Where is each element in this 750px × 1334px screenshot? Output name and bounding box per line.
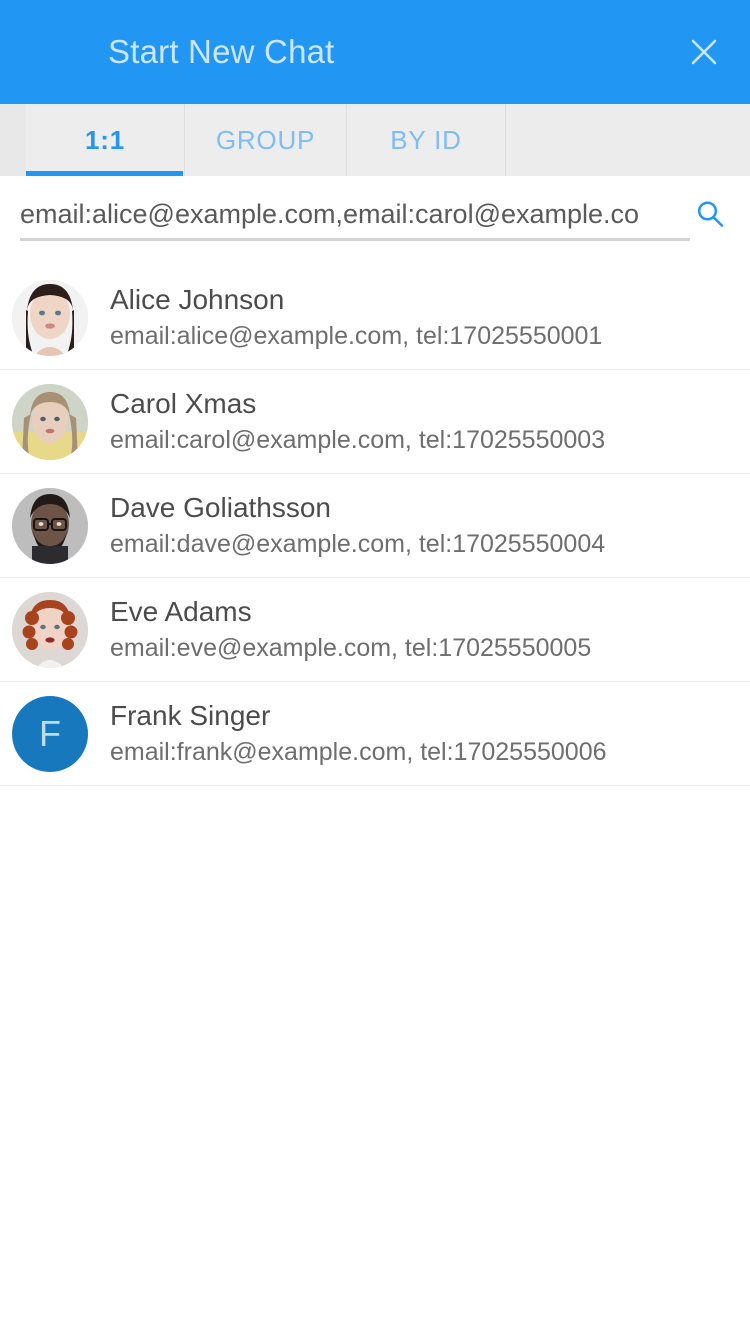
- avatar-photo-icon: [12, 279, 88, 356]
- tab-bar: 1:1 GROUP BY ID: [0, 104, 750, 176]
- tab-group-label: GROUP: [215, 124, 316, 155]
- contact-detail: email:carol@example.com, tel:17025550003: [110, 426, 606, 455]
- avatar: [12, 591, 88, 668]
- contact-text: Alice Johnson email:alice@example.com, t…: [110, 282, 602, 353]
- avatar-photo-icon: [12, 383, 88, 460]
- table-row[interactable]: F Frank Singer email:frank@example.com, …: [0, 682, 750, 786]
- search-underline: [20, 238, 690, 241]
- table-row[interactable]: Eve Adams email:eve@example.com, tel:170…: [0, 578, 750, 682]
- avatar: F: [12, 695, 88, 772]
- tab-one-to-one[interactable]: 1:1: [26, 104, 185, 176]
- table-row[interactable]: Carol Xmas email:carol@example.com, tel:…: [0, 370, 750, 474]
- contact-name: Eve Adams: [110, 596, 252, 628]
- contact-text: Dave Goliathsson email:dave@example.com,…: [110, 490, 605, 561]
- tab-one-to-one-label: 1:1: [85, 124, 125, 155]
- search-button[interactable]: [690, 194, 730, 234]
- search-row: [20, 194, 730, 234]
- contact-detail: email:frank@example.com, tel:17025550006: [110, 738, 607, 767]
- tab-by-id[interactable]: BY ID: [347, 104, 506, 176]
- contact-text: Carol Xmas email:carol@example.com, tel:…: [110, 386, 605, 457]
- contact-detail: email:alice@example.com, tel:17025550001: [110, 322, 603, 351]
- avatar-photo-icon: [12, 591, 88, 668]
- contact-name: Carol Xmas: [110, 388, 257, 420]
- contact-text: Frank Singer email:frank@example.com, te…: [110, 698, 607, 769]
- table-row[interactable]: Alice Johnson email:alice@example.com, t…: [0, 266, 750, 370]
- close-icon: [691, 39, 717, 65]
- tab-group[interactable]: GROUP: [185, 104, 347, 176]
- contact-text: Eve Adams email:eve@example.com, tel:170…: [110, 594, 591, 665]
- dialog-header: Start New Chat: [0, 0, 750, 104]
- search-input[interactable]: [20, 198, 686, 230]
- contact-detail: email:dave@example.com, tel:17025550004: [110, 530, 606, 559]
- avatar: [12, 487, 88, 564]
- search-icon: [697, 201, 724, 227]
- tab-by-id-label: BY ID: [390, 124, 462, 155]
- tab-bar-right-pad: [506, 104, 750, 176]
- avatar: [12, 279, 88, 356]
- contact-list: Alice Johnson email:alice@example.com, t…: [0, 266, 750, 786]
- contact-name: Alice Johnson: [110, 284, 285, 316]
- tab-bar-left-pad: [0, 104, 26, 176]
- table-row[interactable]: Dave Goliathsson email:dave@example.com,…: [0, 474, 750, 578]
- contact-name: Dave Goliathsson: [110, 492, 332, 524]
- avatar-initial: F: [39, 712, 61, 754]
- search-area: [0, 176, 750, 266]
- contact-name: Frank Singer: [110, 700, 271, 732]
- contact-detail: email:eve@example.com, tel:17025550005: [110, 634, 592, 663]
- page-title: Start New Chat: [108, 33, 335, 70]
- close-button[interactable]: [680, 28, 728, 76]
- avatar-photo-icon: [12, 487, 88, 564]
- avatar: [12, 383, 88, 460]
